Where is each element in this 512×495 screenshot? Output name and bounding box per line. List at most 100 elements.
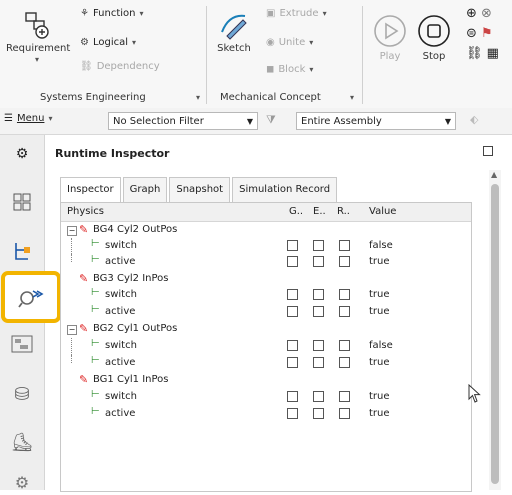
e-checkbox[interactable] — [313, 289, 324, 300]
tab-graph[interactable]: Graph — [122, 177, 168, 202]
signal-value[interactable]: false — [369, 340, 393, 351]
pin-icon[interactable]: ⬖ — [470, 113, 478, 126]
g-checkbox[interactable] — [287, 240, 298, 251]
e-checkbox[interactable] — [313, 357, 324, 368]
signal-value[interactable]: true — [369, 357, 390, 368]
stop-button[interactable]: Stop — [414, 14, 454, 62]
requirement-button[interactable]: Requirement ▾ — [6, 10, 70, 65]
tab-snapshot[interactable]: Snapshot — [169, 177, 231, 202]
selection-filter-dropdown[interactable]: No Selection Filter ▼ — [108, 112, 258, 130]
tree-row-group[interactable]: − ✎ BG2 Cyl1 OutPos — [61, 321, 471, 338]
tree-row-signal[interactable]: ⊢ active true — [61, 304, 471, 321]
assembly-scope-dropdown[interactable]: Entire Assembly ▼ — [296, 112, 456, 130]
runtime-inspector-tab-highlight[interactable] — [1, 271, 61, 323]
g-checkbox[interactable] — [287, 340, 298, 351]
column-physics[interactable]: Physics — [67, 206, 104, 217]
vertical-scrollbar[interactable]: ▲ — [489, 170, 501, 490]
block-button[interactable]: ◼ Block ▾ — [266, 64, 313, 75]
e-checkbox[interactable] — [313, 340, 324, 351]
signal-value[interactable]: true — [369, 289, 390, 300]
assembly-navigator-icon[interactable] — [8, 189, 36, 215]
tree-row-signal[interactable]: ⊢ active true — [61, 406, 471, 423]
group-expand-icon[interactable]: ▾ — [350, 93, 354, 102]
r-checkbox[interactable] — [339, 306, 350, 317]
column-g[interactable]: G.. — [289, 206, 303, 217]
resource-bar: ⚙ ⛁ ⛸ ⚙ — [0, 135, 61, 492]
e-checkbox[interactable] — [313, 240, 324, 251]
link-icon[interactable]: ⛓ — [466, 46, 483, 61]
tree-row-signal[interactable]: ⊢ switch true — [61, 389, 471, 406]
extrude-button[interactable]: ▣ Extrude ▾ — [266, 8, 327, 19]
tree-row-group[interactable]: ✎ BG1 Cyl1 InPos — [61, 372, 471, 389]
play-button[interactable]: Play — [370, 14, 410, 62]
ribbon: Requirement ▾ ⚘ Function ▾ ⚙ Logical ▾ ⛓… — [0, 0, 512, 109]
g-checkbox[interactable] — [287, 306, 298, 317]
color-palette-icon[interactable]: ⚙ — [8, 469, 36, 495]
menu-button[interactable]: ☰ Menu ▾ — [4, 113, 52, 124]
part-navigator-icon[interactable] — [8, 239, 36, 265]
filter-icon[interactable]: ⧩ — [266, 113, 276, 127]
signal-value[interactable]: false — [369, 240, 393, 251]
scrollbar-thumb[interactable] — [491, 184, 499, 484]
tree-row-signal[interactable]: ⊢ active true — [61, 355, 471, 372]
tab-inspector[interactable]: Inspector — [60, 177, 121, 203]
signal-icon[interactable]: ⚑ — [481, 26, 493, 41]
column-value[interactable]: Value — [369, 206, 396, 217]
signal-value[interactable]: true — [369, 408, 390, 419]
tree-row-signal[interactable]: ⊢ switch true — [61, 287, 471, 304]
signal-value[interactable]: true — [369, 391, 390, 402]
tree-row-signal[interactable]: ⊢ switch false — [61, 238, 471, 254]
logical-button[interactable]: ⚙ Logical ▾ — [80, 37, 136, 48]
g-checkbox[interactable] — [287, 289, 298, 300]
step-icon[interactable]: ⊕ — [466, 6, 477, 21]
tree-row-signal[interactable]: ⊢ active true — [61, 254, 471, 271]
e-checkbox[interactable] — [313, 391, 324, 402]
dependency-button[interactable]: ⛓ Dependency — [80, 61, 160, 72]
r-checkbox[interactable] — [339, 357, 350, 368]
pause-icon[interactable]: ⊜ — [466, 26, 477, 41]
maximize-icon[interactable] — [483, 146, 493, 156]
tab-simulation-record[interactable]: Simulation Record — [232, 177, 338, 202]
signal-value[interactable]: true — [369, 306, 390, 317]
reset-icon[interactable]: ⊗ — [481, 6, 492, 21]
column-e[interactable]: E.. — [313, 206, 326, 217]
collapse-icon[interactable]: − — [67, 226, 77, 236]
r-checkbox[interactable] — [339, 256, 350, 267]
logical-icon: ⚙ — [80, 37, 89, 48]
extrude-icon: ▣ — [266, 8, 276, 19]
dependency-label: Dependency — [96, 61, 160, 72]
history-icon[interactable]: ⛁ — [8, 381, 36, 407]
g-checkbox[interactable] — [287, 357, 298, 368]
g-checkbox[interactable] — [287, 256, 298, 267]
e-checkbox[interactable] — [313, 256, 324, 267]
column-r[interactable]: R.. — [337, 206, 350, 217]
settings-icon[interactable]: ⚙ — [8, 141, 36, 167]
r-checkbox[interactable] — [339, 240, 350, 251]
signal-name: active — [105, 256, 136, 267]
sequence-editor-icon[interactable] — [8, 331, 36, 357]
tree-row-signal[interactable]: ⊢ switch false — [61, 338, 471, 355]
roles-icon[interactable]: ⛸ — [8, 429, 36, 455]
r-checkbox[interactable] — [339, 391, 350, 402]
r-checkbox[interactable] — [339, 408, 350, 419]
r-checkbox[interactable] — [339, 289, 350, 300]
g-checkbox[interactable] — [287, 408, 298, 419]
function-button[interactable]: ⚘ Function ▾ — [80, 8, 144, 19]
r-checkbox[interactable] — [339, 340, 350, 351]
unite-button[interactable]: ◉ Unite ▾ — [266, 37, 313, 48]
group-expand-icon[interactable]: ▾ — [196, 93, 200, 102]
scroll-up-icon[interactable]: ▲ — [491, 170, 497, 179]
sensor-icon: ✎ — [79, 373, 89, 386]
table-icon[interactable]: ▦ — [487, 46, 499, 61]
chevron-down-icon: ▾ — [139, 9, 144, 18]
sketch-button[interactable]: Sketch — [212, 10, 256, 54]
g-checkbox[interactable] — [287, 391, 298, 402]
chevron-down-icon: ▼ — [444, 116, 451, 126]
signal-value[interactable]: true — [369, 256, 390, 267]
e-checkbox[interactable] — [313, 408, 324, 419]
tree-row-group[interactable]: ✎ BG3 Cyl2 InPos — [61, 271, 471, 287]
dependency-icon: ⛓ — [80, 61, 93, 72]
tree-row-group[interactable]: − ✎ BG4 Cyl2 OutPos — [61, 222, 471, 238]
collapse-icon[interactable]: − — [67, 325, 77, 335]
e-checkbox[interactable] — [313, 306, 324, 317]
